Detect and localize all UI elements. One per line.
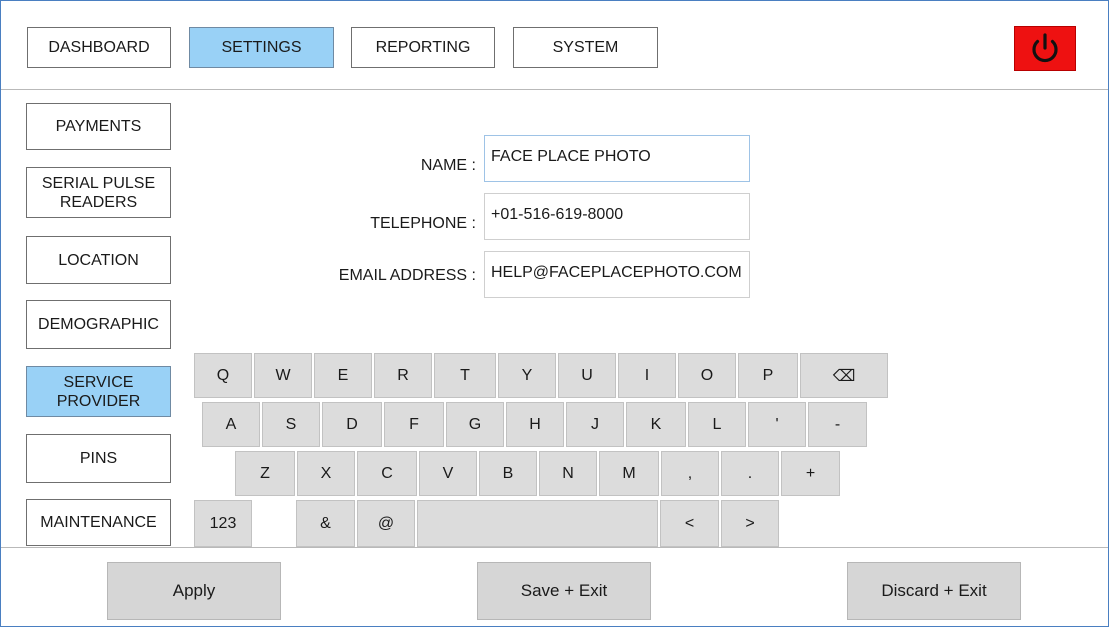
key-apostrophe[interactable]: ' — [748, 402, 806, 447]
space-key[interactable] — [417, 500, 658, 547]
key-n[interactable]: N — [539, 451, 597, 496]
key-m[interactable]: M — [599, 451, 659, 496]
key-v[interactable]: V — [419, 451, 477, 496]
key-q[interactable]: Q — [194, 353, 252, 398]
key-at[interactable]: @ — [357, 500, 415, 547]
key-r[interactable]: R — [374, 353, 432, 398]
email-field[interactable] — [484, 251, 750, 298]
cursor-left-key[interactable]: < — [660, 500, 719, 547]
key-y[interactable]: Y — [498, 353, 556, 398]
key-j[interactable]: J — [566, 402, 624, 447]
key-comma[interactable]: , — [661, 451, 719, 496]
key-period[interactable]: . — [721, 451, 779, 496]
key-plus[interactable]: + — [781, 451, 840, 496]
sidebar-item-label: PAYMENTS — [55, 118, 142, 135]
key-ampersand[interactable]: & — [296, 500, 355, 547]
key-z[interactable]: Z — [235, 451, 295, 496]
sidebar-item-label: SERIAL PULSE READERS — [41, 174, 156, 211]
key-c[interactable]: C — [357, 451, 417, 496]
key-f[interactable]: F — [384, 402, 444, 447]
sidebar-item-demographic[interactable]: DEMOGRAPHIC — [26, 300, 171, 349]
key-l[interactable]: L — [688, 402, 746, 447]
telephone-field[interactable] — [484, 193, 750, 240]
key-d[interactable]: D — [322, 402, 382, 447]
backspace-key[interactable]: ⌫ — [800, 353, 888, 398]
sidebar-item-label: SERVICE PROVIDER — [56, 373, 141, 410]
key-x[interactable]: X — [297, 451, 355, 496]
key-hyphen[interactable]: - — [808, 402, 867, 447]
sidebar-item-maintenance[interactable]: MAINTENANCE — [26, 499, 171, 546]
app-window: DASHBOARD SETTINGS REPORTING SYSTEM PAYM… — [0, 0, 1109, 627]
sidebar-item-label: PINS — [79, 450, 118, 467]
key-k[interactable]: K — [626, 402, 686, 447]
tab-system[interactable]: SYSTEM — [513, 27, 658, 68]
save-exit-button[interactable]: Save + Exit — [477, 562, 651, 620]
tab-settings[interactable]: SETTINGS — [189, 27, 334, 68]
key-t[interactable]: T — [434, 353, 496, 398]
key-w[interactable]: W — [254, 353, 312, 398]
header-divider — [1, 89, 1108, 90]
key-i[interactable]: I — [618, 353, 676, 398]
email-label: EMAIL ADDRESS : — [338, 267, 476, 284]
sidebar-item-payments[interactable]: PAYMENTS — [26, 103, 171, 150]
key-s[interactable]: S — [262, 402, 320, 447]
sidebar-item-serial-pulse-readers[interactable]: SERIAL PULSE READERS — [26, 167, 171, 218]
power-button[interactable] — [1014, 26, 1076, 71]
sidebar-item-label: DEMOGRAPHIC — [38, 316, 159, 333]
discard-exit-button[interactable]: Discard + Exit — [847, 562, 1021, 620]
numbers-toggle-key[interactable]: 123 — [194, 500, 252, 547]
key-a[interactable]: A — [202, 402, 260, 447]
sidebar-item-pins[interactable]: PINS — [26, 434, 171, 483]
tab-dashboard[interactable]: DASHBOARD — [27, 27, 171, 68]
telephone-label: TELEPHONE : — [370, 215, 476, 232]
name-label: NAME : — [420, 157, 476, 174]
cursor-right-key[interactable]: > — [721, 500, 779, 547]
power-icon — [1032, 32, 1058, 62]
sidebar-item-label: LOCATION — [58, 251, 139, 269]
footer-divider — [1, 547, 1108, 548]
key-g[interactable]: G — [446, 402, 504, 447]
key-u[interactable]: U — [558, 353, 616, 398]
key-h[interactable]: H — [506, 402, 564, 447]
key-e[interactable]: E — [314, 353, 372, 398]
sidebar-item-label: MAINTENANCE — [40, 514, 157, 531]
apply-button[interactable]: Apply — [107, 562, 281, 620]
sidebar-item-service-provider[interactable]: SERVICE PROVIDER — [26, 366, 171, 417]
key-o[interactable]: O — [678, 353, 736, 398]
key-b[interactable]: B — [479, 451, 537, 496]
name-field[interactable] — [484, 135, 750, 182]
key-p[interactable]: P — [738, 353, 798, 398]
tab-reporting[interactable]: REPORTING — [351, 27, 495, 68]
sidebar-item-location[interactable]: LOCATION — [26, 236, 171, 284]
